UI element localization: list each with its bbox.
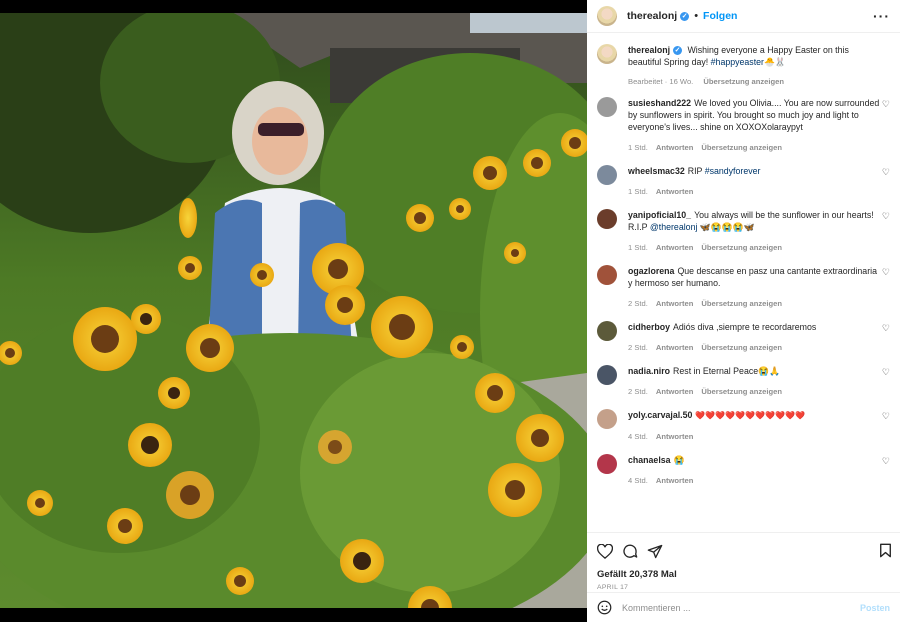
verified-badge-icon: ✓: [673, 46, 683, 56]
reply-button[interactable]: Antworten: [656, 476, 694, 485]
comment-item: yoly.carvajal.50 ❤️❤️❤️❤️❤️❤️❤️❤️❤️❤️❤️ 4…: [597, 409, 890, 441]
instagram-post-window: therealonj ✓ • Folgen ··· therealonj ✓ Wis…: [0, 0, 900, 622]
commenter-avatar[interactable]: [597, 209, 617, 229]
bookmark-icon[interactable]: [879, 543, 892, 558]
comment-time: 1 Std.: [628, 187, 648, 196]
caption-username[interactable]: therealonj ✓: [628, 45, 683, 56]
separator-dot: •: [694, 10, 699, 22]
commenter-avatar[interactable]: [597, 454, 617, 474]
owner-avatar[interactable]: [597, 6, 617, 26]
commenter-avatar[interactable]: [597, 165, 617, 185]
comment-username[interactable]: chanaelsa: [628, 455, 671, 465]
caption-edited: Bearbeitet · 16 Wo.: [628, 77, 694, 86]
comment-icon[interactable]: [622, 543, 638, 559]
comment-username[interactable]: yoly.carvajal.50: [628, 410, 692, 420]
commenter-avatar[interactable]: [597, 321, 617, 341]
comment-username[interactable]: ogazlorena: [628, 266, 674, 276]
post-photo[interactable]: [0, 13, 587, 608]
comment-like-heart-icon[interactable]: ♡: [882, 367, 890, 378]
comment-username[interactable]: cidherboy: [628, 322, 670, 332]
translate-link[interactable]: Übersetzung anzeigen: [701, 387, 782, 396]
reply-button[interactable]: Antworten: [656, 243, 694, 252]
follow-button[interactable]: Folgen: [703, 10, 737, 22]
commenter-avatar[interactable]: [597, 409, 617, 429]
comment-text: Adiós diva ,siempre te recordaremos: [673, 322, 817, 332]
commenter-avatar[interactable]: [597, 265, 617, 285]
comments-list[interactable]: therealonj ✓ Wishing everyone a Happy Eas…: [587, 33, 900, 532]
reply-button[interactable]: Antworten: [656, 187, 694, 196]
comment-emoji: 😭🙏: [758, 366, 781, 376]
owner-username[interactable]: therealonj ✓: [627, 10, 690, 22]
comment-item: yanipoficial10_ You always will be the su…: [597, 209, 890, 252]
comment-mention[interactable]: @therealonj: [650, 222, 698, 232]
caption-emoji: 🐣🐰: [763, 57, 786, 67]
comment-time: 2 Std.: [628, 299, 648, 308]
reply-button[interactable]: Antworten: [656, 387, 694, 396]
likes-count[interactable]: Gefällt 20,378 Mal: [597, 569, 890, 580]
caption-avatar[interactable]: [597, 44, 617, 64]
caption: therealonj ✓ Wishing everyone a Happy Eas…: [597, 44, 890, 86]
comment-item: ogazlorena Que descanse en pasz una canta…: [597, 265, 890, 308]
caption-hashtag[interactable]: #happyeaster: [711, 57, 764, 67]
translate-link[interactable]: Übersetzung anzeigen: [701, 299, 782, 308]
comment-text: RIP: [687, 166, 705, 176]
comment-username[interactable]: nadia.niro: [628, 366, 670, 376]
reply-button[interactable]: Antworten: [656, 299, 694, 308]
post-side-panel: therealonj ✓ • Folgen ··· therealonj ✓ Wis…: [587, 0, 900, 622]
heart-icon[interactable]: [597, 543, 613, 559]
translate-link[interactable]: Übersetzung anzeigen: [701, 143, 782, 152]
comment-composer: Kommentieren ... Posten: [587, 592, 900, 622]
comment-emoji: 😭: [673, 455, 685, 465]
comment-time: 1 Std.: [628, 243, 648, 252]
comment-text: Rest in Eternal Peace: [673, 366, 759, 376]
comment-emoji: ❤️❤️❤️❤️❤️❤️❤️❤️❤️❤️❤️: [695, 411, 805, 420]
commenter-avatar[interactable]: [597, 365, 617, 385]
comment-like-heart-icon[interactable]: ♡: [882, 411, 890, 422]
comment-time: 2 Std.: [628, 343, 648, 352]
smiley-icon[interactable]: [597, 600, 612, 615]
comment-time: 4 Std.: [628, 476, 648, 485]
post-date: APRIL 17: [597, 584, 629, 591]
comment-username[interactable]: yanipoficial10_: [628, 210, 691, 220]
comment-item: susieshand222 We loved you Olivia.... You…: [597, 97, 890, 152]
post-header: therealonj ✓ • Folgen ···: [587, 0, 900, 33]
commenter-avatar[interactable]: [597, 97, 617, 117]
comment-time: 2 Std.: [628, 387, 648, 396]
send-icon[interactable]: [647, 544, 663, 559]
comment-hashtag[interactable]: #sandyforever: [705, 166, 761, 176]
comment-item: nadia.niro Rest in Eternal Peace😭🙏 2 Std.…: [597, 365, 890, 396]
comment-item: chanaelsa 😭 4 Std. Antworten ♡: [597, 454, 890, 485]
reply-button[interactable]: Antworten: [656, 343, 694, 352]
comment-username[interactable]: susieshand222: [628, 98, 691, 108]
comment-like-heart-icon[interactable]: ♡: [882, 267, 890, 278]
comment-time: 1 Std.: [628, 143, 648, 152]
comment-username[interactable]: wheelsmac32: [628, 166, 685, 176]
comment-emoji: 🦋😭😭😭🦋: [697, 222, 755, 232]
comment-item: wheelsmac32 RIP #sandyforever 1 Std. Antwo…: [597, 165, 890, 196]
translate-link[interactable]: Übersetzung anzeigen: [701, 343, 782, 352]
comment-like-heart-icon[interactable]: ♡: [882, 99, 890, 110]
sunflower-photo: [0, 13, 587, 608]
verified-badge-icon: ✓: [680, 11, 690, 21]
comment-like-heart-icon[interactable]: ♡: [882, 211, 890, 222]
comment-like-heart-icon[interactable]: ♡: [882, 456, 890, 467]
comment-like-heart-icon[interactable]: ♡: [882, 167, 890, 178]
post-button[interactable]: Posten: [860, 603, 890, 613]
comment-time: 4 Std.: [628, 432, 648, 441]
translate-link[interactable]: Übersetzung anzeigen: [701, 243, 782, 252]
comment-item: cidherboy Adiós diva ,siempre te recordar…: [597, 321, 890, 352]
reply-button[interactable]: Antworten: [656, 432, 694, 441]
more-horizontal-icon[interactable]: ···: [873, 8, 890, 24]
comment-input[interactable]: Kommentieren ...: [622, 603, 860, 613]
caption-translate-link[interactable]: Übersetzung anzeigen: [703, 77, 784, 86]
reply-button[interactable]: Antworten: [656, 143, 694, 152]
comment-like-heart-icon[interactable]: ♡: [882, 323, 890, 334]
post-actions: Gefällt 20,378 Mal APRIL 17 Kommentieren…: [587, 532, 900, 622]
